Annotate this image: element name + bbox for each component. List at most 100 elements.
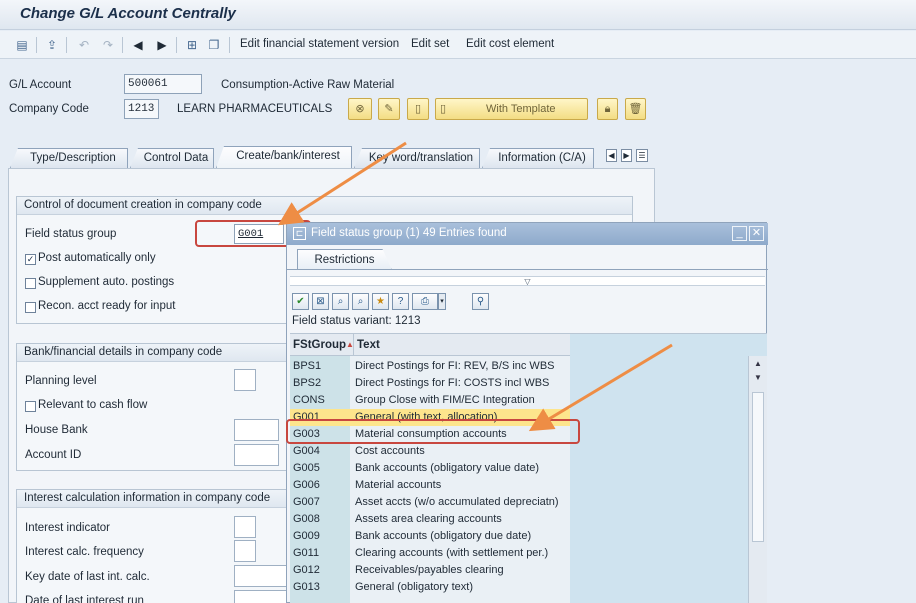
dialog-title: Field status group (1) 49 Entries found bbox=[311, 227, 507, 239]
list-item[interactable]: BPS1 Direct Postings for FI: REV, B/S inc… bbox=[290, 358, 570, 375]
column-header-fstgroup[interactable]: FStGroup▲ bbox=[293, 334, 354, 356]
list-item[interactable]: G007 Asset accts (w/o accumulated depreci… bbox=[290, 494, 570, 511]
edit-button[interactable]: ✎ bbox=[378, 98, 400, 120]
last-interest-run-input[interactable] bbox=[234, 590, 294, 603]
field-status-variant: Field status variant: 1213 bbox=[292, 315, 421, 327]
list-header: FStGroup▲ Text bbox=[290, 334, 570, 356]
close-icon[interactable]: ✕ bbox=[749, 226, 764, 241]
other-icon[interactable]: ⇪ bbox=[44, 37, 60, 53]
display-change-button[interactable]: ⊗ bbox=[348, 98, 372, 120]
accept-button[interactable]: ✔ bbox=[292, 293, 309, 310]
tab-scroll-right-icon[interactable]: ▶ bbox=[621, 149, 632, 162]
favorites-button[interactable]: ★ bbox=[372, 293, 389, 310]
vertical-scrollbar[interactable]: ▲ ▼ bbox=[748, 356, 767, 603]
switch-icon[interactable]: ▤ bbox=[14, 37, 30, 53]
toolbar-separator bbox=[36, 37, 37, 53]
tab-information-ca[interactable]: Information (C/A) bbox=[482, 148, 594, 168]
cancel-icon: ⊠ bbox=[316, 296, 325, 307]
tab-list-icon[interactable]: ☰ bbox=[636, 149, 648, 162]
scroll-down-icon[interactable]: ▼ bbox=[752, 372, 764, 384]
cancel-button[interactable]: ⊠ bbox=[312, 293, 329, 310]
print-menu-icon[interactable]: ▾ bbox=[438, 293, 446, 310]
post-automatically-label: Post automatically only bbox=[38, 252, 156, 264]
company-code-field[interactable]: 1213 bbox=[124, 99, 159, 119]
restrictions-tab[interactable]: Restrictions bbox=[297, 249, 392, 270]
tab-type-description[interactable]: Type/Description bbox=[10, 148, 128, 168]
minimize-icon[interactable]: _ bbox=[732, 226, 747, 241]
list-item[interactable]: G008 Assets area clearing accounts bbox=[290, 511, 570, 528]
list-item[interactable]: G009 Bank accounts (obligatory due date) bbox=[290, 528, 570, 545]
restrictions-toggle[interactable]: ▽ bbox=[290, 276, 765, 286]
delete-button[interactable]: 🗑︎ bbox=[625, 98, 646, 120]
entries-list: FStGroup▲ Text BPS1 Direct Postings for F… bbox=[290, 333, 767, 603]
find-button[interactable]: ⌕ bbox=[332, 293, 349, 310]
window-title: Change G/L Account Centrally bbox=[20, 5, 236, 22]
planning-level-label: Planning level bbox=[25, 375, 97, 387]
list-item[interactable]: G005 Bank accounts (obligatory value date… bbox=[290, 460, 570, 477]
fstgroup-cell: G004 bbox=[293, 445, 320, 457]
next-icon[interactable]: ▶ bbox=[154, 37, 170, 53]
interest-indicator-label: Interest indicator bbox=[25, 522, 111, 534]
key-date-input[interactable] bbox=[234, 565, 294, 587]
triangle-down-icon: ▽ bbox=[524, 277, 531, 286]
interest-frequency-input[interactable] bbox=[234, 540, 256, 562]
text-cell: Asset accts (w/o accumulated depreciatn) bbox=[355, 496, 559, 508]
recon-acct-checkbox[interactable] bbox=[25, 302, 36, 313]
edit-set-button[interactable]: Edit set bbox=[411, 38, 449, 50]
gl-account-field[interactable]: 500061 bbox=[124, 74, 202, 94]
hierarchy-icon[interactable]: ⊞ bbox=[184, 37, 200, 53]
text-cell: Bank accounts (obligatory value date) bbox=[355, 462, 540, 474]
text-cell: General (obligatory text) bbox=[355, 581, 473, 593]
binoculars-icon: ⌕ bbox=[337, 296, 344, 307]
tab-control-data[interactable]: Control Data bbox=[130, 148, 214, 168]
post-automatically-checkbox[interactable]: ✓ bbox=[25, 254, 36, 265]
list-item[interactable]: G013 General (obligatory text) bbox=[290, 579, 570, 596]
tab-scroll-left-icon[interactable]: ◀ bbox=[606, 149, 617, 162]
company-code-label: Company Code bbox=[9, 103, 89, 115]
lock-button[interactable]: 🔒︎ bbox=[597, 98, 618, 120]
list-item[interactable]: G011 Clearing accounts (with settlement p… bbox=[290, 545, 570, 562]
fstgroup-cell: G012 bbox=[293, 564, 320, 576]
scroll-up-icon[interactable]: ▲ bbox=[752, 358, 764, 370]
interest-indicator-input[interactable] bbox=[234, 516, 256, 538]
find-next-button[interactable]: ⌕ bbox=[352, 293, 369, 310]
fstgroup-cell: BPS2 bbox=[293, 377, 322, 389]
list-item[interactable]: G004 Cost accounts bbox=[290, 443, 570, 460]
list-item[interactable]: BPS2 Direct Postings for FI: COSTS incl W… bbox=[290, 375, 570, 392]
fstgroup-cell: BPS1 bbox=[293, 360, 322, 372]
list-item[interactable]: G012 Receivables/payables clearing bbox=[290, 562, 570, 579]
planning-level-input[interactable] bbox=[234, 369, 256, 391]
scroll-thumb[interactable] bbox=[752, 392, 764, 542]
tab-create-bank-interest[interactable]: Create/bank/interest bbox=[216, 146, 352, 168]
relevant-cash-flow-checkbox[interactable] bbox=[25, 401, 36, 412]
help-icon: ? bbox=[397, 296, 404, 307]
edit-fs-version-button[interactable]: Edit financial statement version bbox=[240, 38, 399, 50]
printer-icon: ⎙ bbox=[421, 296, 429, 307]
toolbar-separator bbox=[66, 37, 67, 53]
pin-icon: ⚲ bbox=[476, 296, 485, 307]
dialog-menu-icon[interactable]: ⊏ bbox=[293, 227, 306, 240]
star-icon: ★ bbox=[376, 296, 385, 307]
copy-icon[interactable]: ❐ bbox=[206, 37, 222, 53]
redo-icon[interactable]: ↷ bbox=[100, 37, 116, 53]
with-template-button[interactable]: ▯ With Template bbox=[435, 98, 588, 120]
gl-account-description: Consumption-Active Raw Material bbox=[221, 79, 395, 91]
help-button[interactable]: ? bbox=[392, 293, 409, 310]
edit-cost-element-button[interactable]: Edit cost element bbox=[466, 38, 554, 50]
row-highlight-frame bbox=[286, 419, 580, 444]
list-item[interactable]: CONS Group Close with FIM/EC Integration bbox=[290, 392, 570, 409]
tab-key-word-translation[interactable]: Key word/translation bbox=[354, 148, 480, 168]
house-bank-input[interactable] bbox=[234, 419, 279, 441]
value-help-dialog: ⊏ Field status group (1) 49 Entries foun… bbox=[286, 222, 768, 603]
text-cell: Assets area clearing accounts bbox=[355, 513, 502, 525]
account-id-input[interactable] bbox=[234, 444, 279, 466]
personal-list-button[interactable]: ⚲ bbox=[472, 293, 489, 310]
supplement-postings-checkbox[interactable] bbox=[25, 278, 36, 289]
undo-icon[interactable]: ↶ bbox=[76, 37, 92, 53]
create-button[interactable]: ▯ bbox=[407, 98, 429, 120]
column-header-text[interactable]: Text bbox=[353, 334, 380, 356]
print-button[interactable]: ⎙ bbox=[412, 293, 438, 310]
previous-icon[interactable]: ◀ bbox=[130, 37, 146, 53]
toolbar-separator bbox=[122, 37, 123, 53]
list-item[interactable]: G006 Material accounts bbox=[290, 477, 570, 494]
